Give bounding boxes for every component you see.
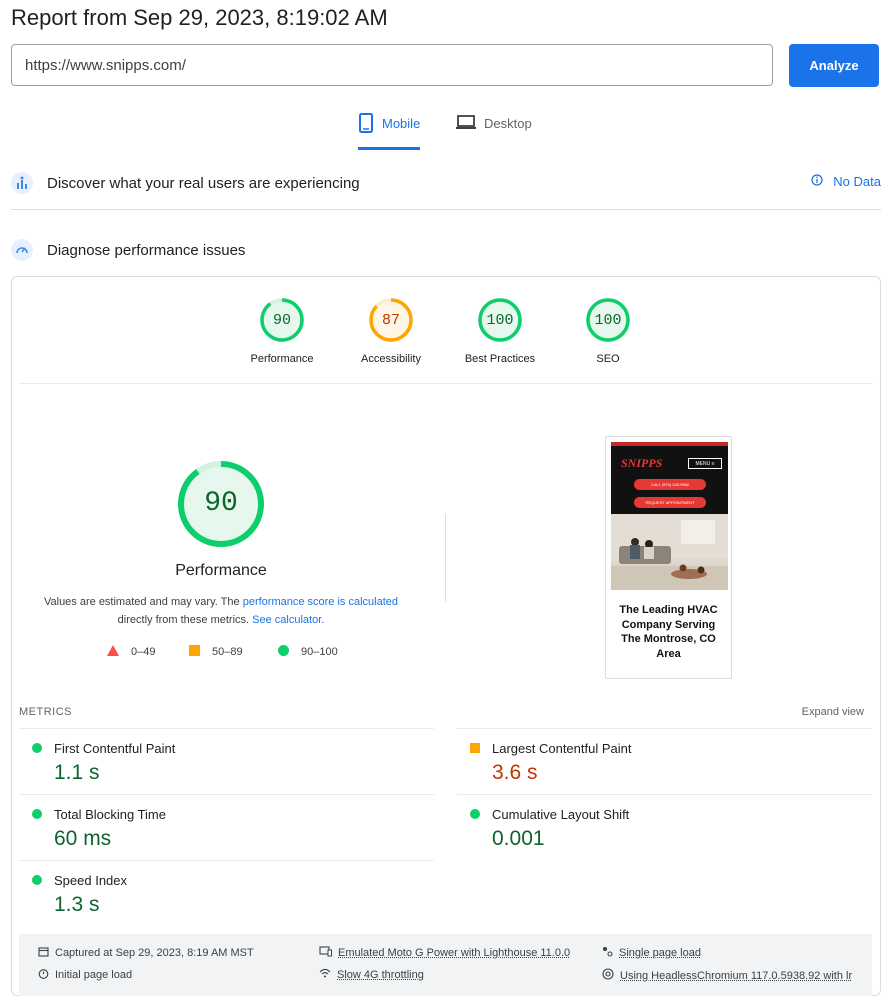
metric-fcp-value: 1.1 s [54, 761, 100, 784]
final-screenshot: SNIPPS MENU ≡ CALL (970) 240-9962 REQUES… [605, 436, 732, 679]
performance-label: Performance [175, 562, 267, 579]
metric-fcp: First Contentful Paint 1.1 s [19, 728, 434, 795]
screenshot-request-button: REQUEST APPOINTMENT [634, 497, 706, 508]
metric-si: Speed Index 1.3 s [19, 860, 434, 921]
throttling-info[interactable]: Slow 4G throttling [319, 968, 424, 981]
wifi-icon [319, 968, 331, 981]
desc-text-2: directly from these metrics. [117, 614, 253, 626]
gauge-seo-label: SEO [596, 353, 620, 365]
tab-mobile[interactable]: Mobile [358, 113, 421, 150]
users-chart-icon [11, 172, 33, 194]
legend-average: 50–89 [189, 645, 243, 659]
initial-load-text: Initial page load [55, 969, 133, 981]
section-divider [11, 209, 881, 210]
metric-lcp-label: Largest Contentful Paint [492, 741, 632, 756]
score-calculated-link[interactable]: performance score is calculated [243, 596, 398, 608]
good-circle-icon [470, 809, 480, 819]
nodes-icon [602, 946, 613, 960]
diagnose-section: Diagnose performance issues [11, 239, 881, 261]
tab-mobile-label: Mobile [382, 116, 421, 131]
gauge-icon [11, 239, 33, 261]
gauge-seo[interactable]: 100 SEO [553, 296, 663, 365]
legend-poor: 0–49 [107, 645, 155, 659]
triangle-icon [107, 645, 119, 659]
calendar-icon [38, 946, 49, 960]
initial-load-info: Initial page load [38, 968, 132, 982]
phone-icon [358, 113, 374, 133]
metrics-heading: METRICS [19, 706, 72, 718]
expand-view-toggle[interactable]: Expand view [802, 706, 864, 718]
laptop-icon [456, 113, 476, 131]
device-info[interactable]: Emulated Moto G Power with Lighthouse 11… [319, 946, 570, 960]
diagnose-title: Diagnose performance issues [47, 241, 246, 259]
see-calculator-link[interactable]: See calculator. [252, 614, 324, 626]
screenshot-headline: The Leading HVAC Company Serving The Mon… [619, 604, 718, 660]
gauge-accessibility-value: 87 [381, 312, 400, 329]
no-data-label: No Data [833, 174, 881, 189]
score-gauges: 90 Performance 87 Accessibility 100 Best… [0, 296, 892, 376]
average-square-icon [470, 743, 480, 753]
gauge-performance-value: 90 [272, 312, 291, 329]
browser-text: Using HeadlessChromium 117.0.5938.92 wit… [620, 969, 853, 982]
single-load-text: Single page load [619, 947, 701, 959]
performance-score: 90 [204, 488, 238, 519]
devices-icon [319, 946, 332, 960]
timer-icon [38, 968, 49, 982]
legend-poor-range: 0–49 [131, 646, 156, 658]
throttling-text: Slow 4G throttling [337, 968, 424, 981]
gauge-best-practices-value: 100 [486, 312, 514, 329]
vertical-divider [445, 514, 446, 602]
circle-icon [278, 645, 289, 659]
captured-info: Captured at Sep 29, 2023, 8:19 AM MST [38, 946, 254, 960]
info-icon [811, 174, 823, 189]
good-circle-icon [32, 809, 42, 819]
square-icon [189, 645, 200, 659]
crux-title: Discover what your real users are experi… [47, 174, 360, 192]
browser-info[interactable]: Using HeadlessChromium 117.0.5938.92 wit… [602, 968, 852, 983]
legend-good-range: 90–100 [301, 646, 338, 658]
single-load-info[interactable]: Single page load [602, 946, 701, 960]
good-circle-icon [32, 743, 42, 753]
metric-tbt-label: Total Blocking Time [54, 807, 166, 822]
metric-fcp-label: First Contentful Paint [54, 741, 176, 756]
crux-section[interactable]: Discover what your real users are experi… [11, 172, 881, 194]
url-input[interactable] [11, 44, 773, 86]
device-text: Emulated Moto G Power with Lighthouse 11… [338, 947, 571, 959]
screenshot-photo [611, 514, 728, 590]
snipps-logo: SNIPPS [621, 456, 663, 470]
metric-tbt-value: 60 ms [54, 827, 112, 850]
metric-lcp-value: 3.6 s [492, 761, 538, 784]
tab-desktop-label: Desktop [484, 116, 532, 131]
screenshot-call-button: CALL (970) 240-9962 [634, 479, 706, 490]
metric-cls-label: Cumulative Layout Shift [492, 807, 630, 822]
good-circle-icon [32, 875, 42, 885]
metric-lcp: Largest Contentful Paint 3.6 s [457, 728, 872, 795]
screenshot-menu: MENU ≡ [688, 458, 722, 469]
gauge-best-practices[interactable]: 100 Best Practices [445, 296, 555, 365]
captured-text: Captured at Sep 29, 2023, 8:19 AM MST [55, 947, 254, 959]
metric-si-label: Speed Index [54, 873, 128, 888]
chrome-icon [602, 968, 614, 983]
crux-status[interactable]: No Data [811, 174, 881, 189]
gauge-seo-value: 100 [594, 312, 622, 329]
report-title: Report from Sep 29, 2023, 8:19:02 AM [11, 5, 388, 30]
metric-cls: Cumulative Layout Shift 0.001 [457, 794, 872, 861]
analyze-button[interactable]: Analyze [789, 44, 879, 87]
runtime-settings: Captured at Sep 29, 2023, 8:19 AM MST In… [19, 934, 872, 996]
metric-cls-value: 0.001 [492, 827, 545, 850]
gauge-performance[interactable]: 90 Performance [227, 296, 337, 365]
metric-si-value: 1.3 s [54, 893, 100, 916]
legend-average-range: 50–89 [212, 646, 243, 658]
gauge-accessibility[interactable]: 87 Accessibility [336, 296, 446, 365]
tab-desktop[interactable]: Desktop [456, 113, 532, 147]
screenshot-header: SNIPPS MENU ≡ CALL (970) 240-9962 REQUES… [611, 442, 728, 522]
legend-good: 90–100 [278, 645, 338, 659]
performance-description: Values are estimated and may vary. The p… [40, 593, 402, 629]
gauge-divider [19, 383, 873, 384]
metric-tbt: Total Blocking Time 60 ms [19, 794, 434, 861]
desc-text-1: Values are estimated and may vary. The [43, 596, 243, 608]
